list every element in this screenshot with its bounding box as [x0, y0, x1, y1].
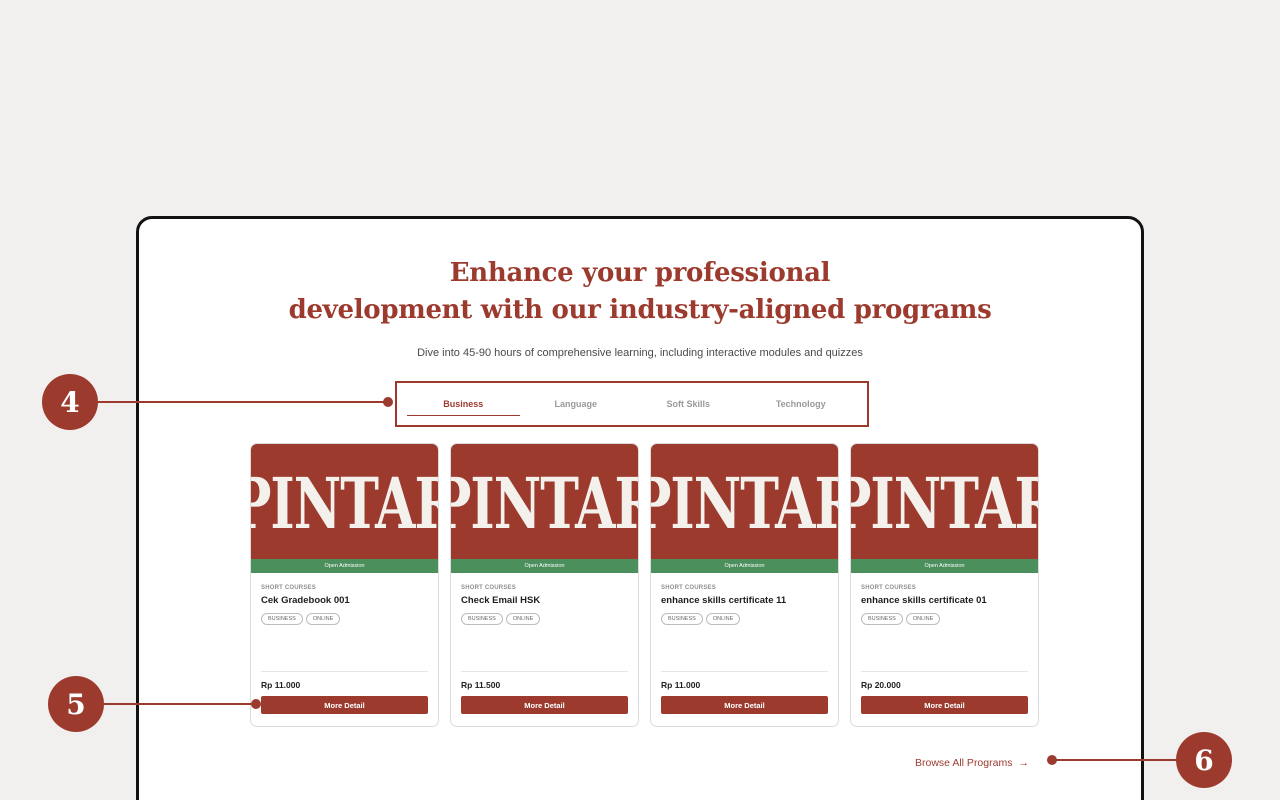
- admission-status-banner: Open Admission: [451, 559, 638, 573]
- callout-dot-4: [383, 397, 393, 407]
- program-price: Rp 11.000: [261, 680, 301, 690]
- program-category: SHORT COURSES: [461, 585, 516, 591]
- more-detail-button[interactable]: More Detail: [461, 696, 628, 714]
- program-category: SHORT COURSES: [261, 585, 316, 591]
- program-price: Rp 11.000: [661, 680, 701, 690]
- program-category: SHORT COURSES: [661, 585, 716, 591]
- admission-status-banner: Open Admission: [651, 559, 838, 573]
- more-detail-button[interactable]: More Detail: [861, 696, 1028, 714]
- more-detail-button[interactable]: More Detail: [661, 696, 828, 714]
- tag-online: ONLINE: [905, 613, 941, 625]
- category-tabs: Business Language Soft Skills Technology: [395, 381, 869, 427]
- program-thumbnail: PINTAR: [251, 444, 438, 559]
- pintar-logo: PINTAR: [251, 463, 438, 546]
- program-thumbnail: PINTAR: [451, 444, 638, 559]
- program-thumbnail: PINTAR: [651, 444, 838, 559]
- section-subtitle: Dive into 45-90 hours of comprehensive l…: [417, 347, 863, 359]
- arrow-right-icon: →: [1018, 757, 1029, 769]
- callout-connector-5: [104, 703, 256, 705]
- program-category: SHORT COURSES: [861, 585, 916, 591]
- program-card[interactable]: PINTAR Open Admission SHORT COURSES enha…: [850, 443, 1039, 727]
- pintar-logo: PINTAR: [851, 463, 1038, 546]
- program-title: enhance skills certificate 11: [661, 595, 787, 606]
- program-title: Check Email HSK: [461, 595, 541, 606]
- tab-business[interactable]: Business: [407, 383, 520, 425]
- headline-line-1: Enhance your professional: [449, 258, 831, 288]
- tab-technology[interactable]: Technology: [745, 383, 858, 425]
- section-headline: Enhance your professional development wi…: [139, 255, 1141, 329]
- tag-business: BUSINESS: [861, 613, 903, 625]
- program-title: enhance skills certificate 01: [861, 595, 987, 606]
- pintar-logo: PINTAR: [651, 463, 838, 546]
- headline-line-2: development with our industry-aligned pr…: [288, 295, 992, 325]
- program-card[interactable]: PINTAR Open Admission SHORT COURSES Cek …: [250, 443, 439, 727]
- tag-business: BUSINESS: [461, 613, 503, 625]
- program-price: Rp 11.500: [461, 680, 501, 690]
- tab-soft-skills[interactable]: Soft Skills: [632, 383, 745, 425]
- tab-language[interactable]: Language: [520, 383, 633, 425]
- program-card[interactable]: PINTAR Open Admission SHORT COURSES enha…: [650, 443, 839, 727]
- tag-business: BUSINESS: [261, 613, 303, 625]
- callout-dot-6: [1047, 755, 1057, 765]
- program-title: Cek Gradebook 001: [261, 595, 350, 606]
- pintar-logo: PINTAR: [451, 463, 638, 546]
- callout-badge-4: 4: [42, 374, 98, 430]
- callout-connector-4: [98, 401, 388, 403]
- browse-all-programs-link[interactable]: Browse All Programs →: [915, 757, 1029, 769]
- tag-business: BUSINESS: [661, 613, 703, 625]
- callout-badge-6: 6: [1176, 732, 1232, 788]
- programs-section: Enhance your professional development wi…: [136, 216, 1144, 800]
- callout-connector-6: [1052, 759, 1176, 761]
- admission-status-banner: Open Admission: [851, 559, 1038, 573]
- program-price: Rp 20.000: [861, 680, 901, 690]
- program-thumbnail: PINTAR: [851, 444, 1038, 559]
- admission-status-banner: Open Admission: [251, 559, 438, 573]
- more-detail-button[interactable]: More Detail: [261, 696, 428, 714]
- tag-online: ONLINE: [505, 613, 541, 625]
- program-cards: PINTAR Open Admission SHORT COURSES Cek …: [250, 443, 1039, 727]
- callout-badge-5: 5: [48, 676, 104, 732]
- tag-online: ONLINE: [705, 613, 741, 625]
- program-card[interactable]: PINTAR Open Admission SHORT COURSES Chec…: [450, 443, 639, 727]
- callout-dot-5: [251, 699, 261, 709]
- tag-online: ONLINE: [305, 613, 341, 625]
- browse-all-programs-label: Browse All Programs: [915, 757, 1013, 769]
